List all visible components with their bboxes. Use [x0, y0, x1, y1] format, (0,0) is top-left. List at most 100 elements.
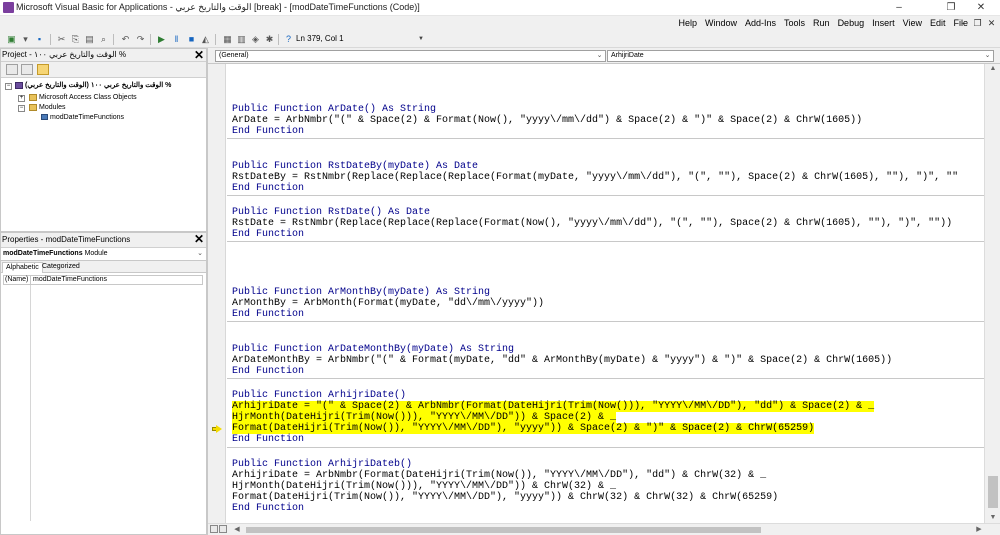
toggle-folders-button[interactable]: [37, 64, 49, 75]
code-line: End Function: [232, 503, 305, 514]
run-icon[interactable]: ▶: [156, 33, 167, 45]
code-line: End Function: [232, 126, 305, 137]
object-browser-icon[interactable]: ◈: [250, 33, 261, 45]
properties-grid: (Name) modDateTimeFunctions: [1, 273, 206, 523]
close-icon[interactable]: ✕: [193, 233, 205, 245]
collapse-icon[interactable]: −: [18, 105, 25, 112]
procedure-separator: [227, 138, 985, 139]
code-line: ArDate = ArbNmbr("(" & Space(2) & Format…: [232, 115, 863, 126]
break-icon[interactable]: ‖: [171, 33, 182, 45]
menu-debug[interactable]: Debug: [834, 16, 869, 31]
menu-help[interactable]: Help: [674, 16, 701, 31]
find-icon[interactable]: ⌕: [98, 33, 109, 45]
menu-window[interactable]: Window: [701, 16, 741, 31]
code-editor[interactable]: Public Function ArDate() As String ArDat…: [227, 64, 985, 523]
menu-run[interactable]: Run: [809, 16, 834, 31]
copy-icon[interactable]: ⎘: [70, 33, 81, 45]
toolbar-separator: [113, 34, 114, 45]
view-object-button[interactable]: [21, 64, 33, 75]
expand-icon[interactable]: +: [18, 95, 25, 102]
project-explorer-icon[interactable]: ▦: [222, 33, 233, 45]
mdi-close-button[interactable]: ✕: [987, 16, 996, 31]
scroll-up-icon[interactable]: ▲: [985, 64, 1000, 74]
full-module-view-icon[interactable]: [219, 525, 227, 533]
tree-folder-class-objects[interactable]: Microsoft Access Class Objects: [29, 93, 137, 103]
menu-tools[interactable]: Tools: [780, 16, 809, 31]
properties-window-icon[interactable]: ▥: [236, 33, 247, 45]
project-pane-title: Project - الوقت والتاريخ عربي ١٠٠ %: [2, 50, 127, 59]
help-icon[interactable]: ?: [283, 33, 294, 45]
procedure-combo[interactable]: ArhijriDate ⌄: [607, 50, 994, 62]
view-access-icon[interactable]: ▣: [6, 33, 17, 45]
tab-alphabetic[interactable]: Alphabetic: [2, 262, 43, 273]
property-value[interactable]: modDateTimeFunctions: [33, 276, 107, 284]
chevron-down-icon[interactable]: ⌄: [983, 51, 992, 61]
menu-insert[interactable]: Insert: [868, 16, 899, 31]
view-code-button[interactable]: [6, 64, 18, 75]
grid-divider: [30, 285, 31, 521]
horizontal-scrollbar[interactable]: ◀ ▶: [208, 523, 1000, 535]
menu-edit[interactable]: Edit: [926, 16, 950, 31]
tree-folder-label: Microsoft Access Class Objects: [39, 94, 137, 101]
project-explorer-pane: Project - الوقت والتاريخ عربي ١٠٠ % ✕ − …: [0, 48, 207, 232]
menu-view[interactable]: View: [899, 16, 926, 31]
undo-icon[interactable]: ↶: [120, 33, 131, 45]
properties-tabs: Alphabetic Categorized: [1, 261, 206, 273]
cut-icon[interactable]: ✂: [56, 33, 67, 45]
tree-project-root[interactable]: (الوقت والتاريخ عربي) الوقت والتاريخ عرب…: [15, 81, 171, 91]
procedure-separator: [227, 241, 985, 242]
vertical-scrollbar[interactable]: ▲ ▼: [984, 64, 1000, 523]
breakpoint-margin[interactable]: [208, 64, 226, 523]
tree-module-label: modDateTimeFunctions: [50, 114, 125, 121]
insert-module-icon[interactable]: ▾: [20, 33, 31, 45]
scroll-down-icon[interactable]: ▼: [985, 513, 1000, 523]
horizontal-scroll-thumb[interactable]: [246, 527, 761, 533]
procedure-separator: [227, 447, 985, 448]
folder-icon: [29, 93, 37, 101]
tab-categorized[interactable]: Categorized: [39, 262, 83, 273]
code-line: Public Function RstDateBy(myDate) As Dat…: [232, 161, 479, 172]
scroll-right-icon[interactable]: ▶: [974, 524, 984, 535]
toolbar-options-icon[interactable]: ▼: [418, 36, 424, 45]
code-line: End Function: [232, 434, 305, 445]
save-icon[interactable]: ▪: [34, 33, 45, 45]
close-icon[interactable]: ✕: [193, 49, 205, 61]
chevron-down-icon[interactable]: ⌄: [195, 248, 205, 260]
view-toggle-buttons: [210, 525, 230, 535]
menu-addins[interactable]: Add-Ins: [741, 16, 780, 31]
paste-icon[interactable]: ▤: [84, 33, 95, 45]
properties-pane-header: Properties - modDateTimeFunctions ✕: [1, 233, 206, 248]
code-line: RstDateBy = RstNmbr(Replace(Replace(Repl…: [232, 172, 959, 183]
toolbar-separator: [278, 34, 279, 45]
highlighted-code-line: ArhijriDate = "(" & Space(2) & ArbNmbr(F…: [232, 401, 875, 412]
minimize-button[interactable]: –: [886, 0, 912, 16]
restore-button[interactable]: ❐: [938, 0, 964, 16]
scroll-left-icon[interactable]: ◀: [232, 524, 242, 535]
project-pane-buttons: [1, 62, 206, 78]
code-window-combos: (General) ⌄ ArhijriDate ⌄: [208, 48, 1000, 64]
code-line: End Function: [232, 183, 305, 194]
chevron-down-icon[interactable]: ⌄: [595, 51, 604, 61]
tree-folder-modules[interactable]: Modules: [29, 103, 65, 113]
vertical-scroll-thumb[interactable]: [988, 476, 998, 508]
object-select[interactable]: modDateTimeFunctions Module ⌄: [1, 248, 206, 261]
collapse-icon[interactable]: −: [5, 83, 12, 90]
mdi-minimize-button[interactable]: -: [958, 16, 967, 31]
tree-module-item[interactable]: modDateTimeFunctions: [41, 113, 124, 123]
redo-icon[interactable]: ↷: [135, 33, 146, 45]
property-row[interactable]: (Name) modDateTimeFunctions: [3, 275, 203, 285]
reset-icon[interactable]: ■: [186, 33, 197, 45]
toolbar-separator: [215, 34, 216, 45]
mdi-restore-button[interactable]: ❐: [973, 16, 982, 31]
code-line: Format(DateHijri(Trim(Now()), "YYYY\/MM\…: [232, 492, 779, 503]
design-mode-icon[interactable]: ◭: [200, 33, 211, 45]
procedure-view-icon[interactable]: [210, 525, 218, 533]
property-key: (Name): [5, 276, 31, 284]
cursor-position-status: Ln 379, Col 1: [296, 34, 344, 43]
toolbox-icon[interactable]: ✱: [264, 33, 275, 45]
object-combo[interactable]: (General) ⌄: [215, 50, 606, 62]
code-line: Public Function ArMonthBy(myDate) As Str…: [232, 287, 491, 298]
close-window-button[interactable]: ✕: [968, 0, 994, 16]
properties-pane-title: Properties - modDateTimeFunctions: [2, 235, 131, 244]
procedure-separator: [227, 378, 985, 379]
